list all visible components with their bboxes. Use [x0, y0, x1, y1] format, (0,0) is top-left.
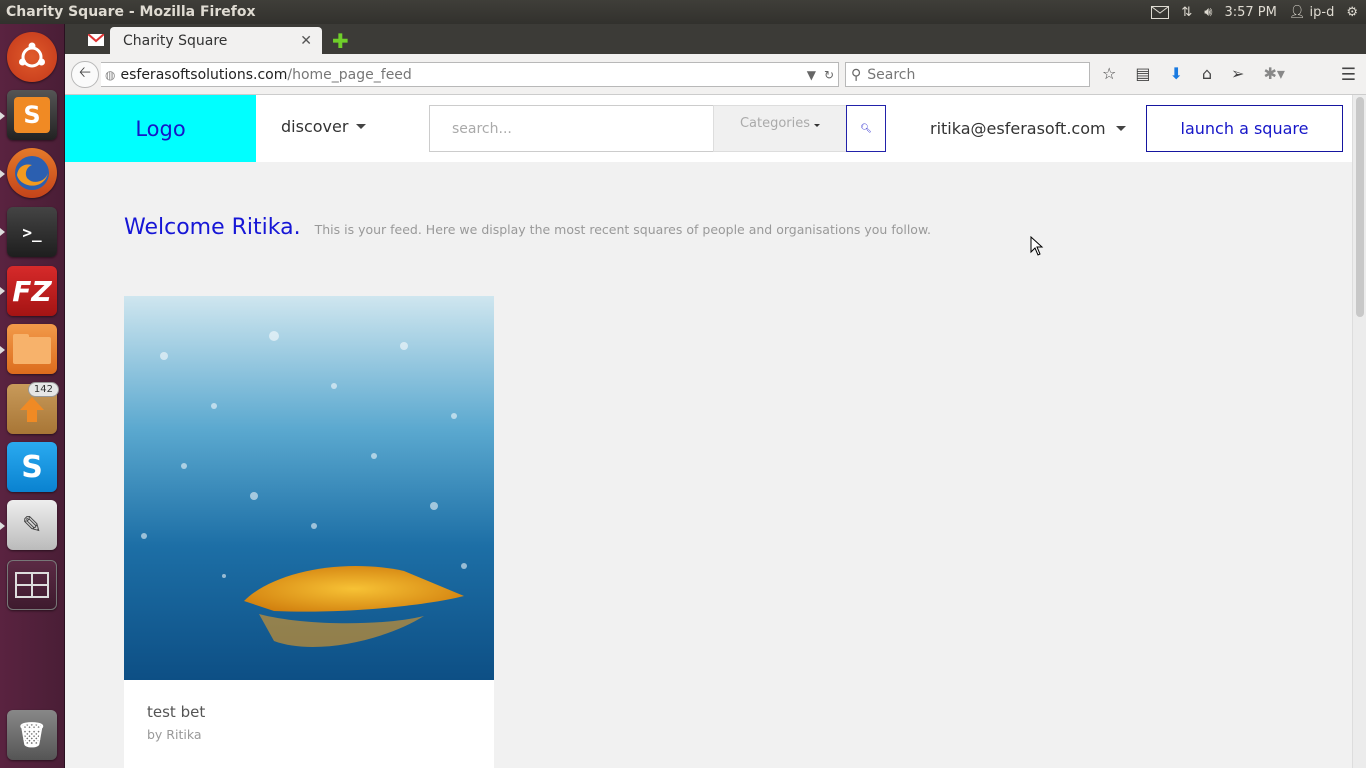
url-dropdown-icon[interactable]: ▼ [807, 68, 816, 82]
card-title[interactable]: test bet [147, 703, 205, 721]
extension-icon[interactable]: ✱▾ [1263, 64, 1284, 83]
browser-navbar: 🡠 ◍ esferasoftsolutions.com/home_page_fe… [65, 54, 1366, 95]
user-email: ritika@esferasoft.com [930, 119, 1106, 138]
files-icon[interactable] [7, 324, 57, 374]
url-bar[interactable]: ◍ esferasoftsolutions.com/home_page_feed… [101, 62, 839, 87]
gmail-icon [88, 34, 104, 46]
search-magnifier-icon: ⚲ [851, 66, 862, 83]
sublime-text-icon[interactable]: S [7, 90, 57, 140]
browser-tab-active[interactable]: Charity Square ✕ [110, 27, 322, 54]
browser-search-placeholder: Search [867, 66, 916, 83]
home-icon[interactable]: ⌂ [1202, 64, 1212, 83]
chevron-down-icon [1115, 126, 1126, 131]
window-title: Charity Square - Mozilla Firefox [6, 4, 256, 20]
welcome-subtitle: This is your feed. Here we display the m… [314, 222, 932, 237]
ubuntu-dash-icon[interactable] [7, 32, 57, 82]
tab-title: Charity Square [123, 32, 228, 49]
filezilla-icon[interactable]: FZ [7, 266, 57, 316]
chevron-down-icon [356, 124, 367, 129]
text-editor-icon[interactable]: ✎ [7, 500, 57, 550]
send-arrow-icon[interactable]: ➢ [1231, 64, 1244, 83]
chevron-down-icon [814, 124, 821, 127]
volume-icon[interactable]: 🔊︎ [1204, 5, 1212, 20]
software-updater-icon[interactable]: 142 [7, 382, 59, 434]
page-scrollbar[interactable] [1352, 95, 1366, 768]
reload-icon[interactable]: ↻ [824, 68, 834, 82]
browser-toolbar-icons: ☆ ▤ ⬇ ⌂ ➢ ✱▾ [1102, 64, 1285, 83]
page-viewport: Logo discover search... Categories 🔍︎ ri… [65, 95, 1352, 768]
site-info-icon[interactable]: ◍ [105, 68, 115, 82]
workspace-switcher-icon[interactable] [7, 560, 57, 610]
bookmark-star-icon[interactable]: ☆ [1102, 64, 1116, 83]
site-search-placeholder: search... [452, 120, 512, 137]
clock[interactable]: 3:57 PM [1224, 5, 1276, 20]
user-account-menu[interactable]: ritika@esferasoft.com [930, 119, 1126, 138]
feed-card[interactable]: test bet by Ritika [124, 296, 494, 768]
site-header: Logo discover search... Categories 🔍︎ ri… [65, 95, 1352, 162]
new-tab-plus-icon[interactable]: ✚ [332, 29, 349, 53]
search-icon: 🔍︎ [860, 123, 872, 134]
site-search-input[interactable]: search... [429, 105, 714, 152]
browser-search-bar[interactable]: ⚲ Search [845, 62, 1090, 87]
categories-dropdown[interactable]: Categories [713, 105, 847, 152]
discover-label: discover [281, 117, 349, 136]
system-tray: ⇅ 🔊︎ 3:57 PM 👤︎ ip-d ⚙ [1151, 5, 1366, 20]
site-logo[interactable]: Logo [65, 95, 256, 162]
settings-gear-icon[interactable]: ⚙ [1346, 5, 1358, 20]
network-icon[interactable]: ⇅ [1181, 5, 1192, 20]
mail-icon[interactable] [1151, 5, 1170, 19]
card-image-leaf-in-rain[interactable] [124, 296, 494, 680]
back-arrow-icon[interactable]: 🡠 [71, 61, 99, 88]
terminal-icon[interactable]: >_ [7, 207, 57, 257]
skype-icon[interactable]: S [7, 442, 57, 492]
site-search-button[interactable]: 🔍︎ [846, 105, 886, 152]
user-name: ip-d [1309, 4, 1335, 20]
categories-label: Categories [739, 116, 811, 131]
mouse-cursor-icon [1030, 236, 1044, 256]
welcome-section: Welcome Ritika. This is your feed. Here … [124, 215, 931, 240]
browser-tabbar: Charity Square ✕ ✚ [65, 24, 1366, 54]
firefox-icon[interactable] [7, 148, 57, 198]
person-icon: 👤︎ [1288, 4, 1306, 20]
tab-close-icon[interactable]: ✕ [300, 33, 312, 49]
discover-menu[interactable]: discover [281, 117, 367, 136]
reading-list-icon[interactable]: ▤ [1135, 64, 1150, 83]
welcome-heading: Welcome Ritika. [124, 215, 301, 240]
downloads-icon[interactable]: ⬇ [1169, 64, 1182, 83]
pinned-tab-gmail[interactable] [85, 30, 107, 50]
launch-square-button[interactable]: launch a square [1146, 105, 1343, 152]
update-count-badge: 142 [27, 382, 59, 397]
trash-icon[interactable]: 🗑︎ [7, 710, 57, 760]
scrollbar-thumb[interactable] [1356, 97, 1364, 317]
card-author[interactable]: by Ritika [147, 727, 202, 742]
unity-launcher: S >_ FZ 142 S ✎ 🗑︎ [0, 24, 65, 768]
system-top-panel: Charity Square - Mozilla Firefox ⇅ 🔊︎ 3:… [0, 0, 1366, 24]
url-host: esferasoftsolutions.com [120, 66, 288, 83]
user-menu-indicator[interactable]: 👤︎ ip-d [1289, 5, 1334, 20]
menu-hamburger-icon[interactable]: ☰ [1341, 65, 1356, 85]
url-path: /home_page_feed [287, 66, 412, 83]
